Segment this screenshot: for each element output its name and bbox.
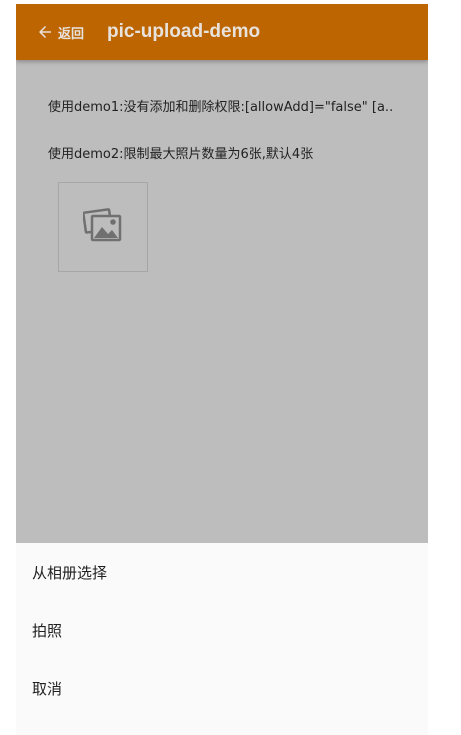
demo2-description: 使用demo2:限制最大照片数量为6张,默认4张 bbox=[48, 147, 314, 162]
back-label: 返回 bbox=[58, 26, 85, 42]
take-photo-option[interactable]: 拍照 bbox=[16, 601, 428, 659]
images-icon bbox=[82, 207, 123, 247]
arrow-left-icon bbox=[36, 23, 54, 41]
back-button[interactable]: 返回 bbox=[36, 23, 84, 42]
background-strip bbox=[428, 0, 461, 735]
demo1-description: 使用demo1:没有添加和删除权限:[allowAdd]="false" [a.… bbox=[48, 100, 394, 115]
page-title: pic-upload-demo bbox=[107, 21, 261, 42]
toolbar: 返回 pic-upload-demo bbox=[16, 4, 428, 60]
cancel-option[interactable]: 取消 bbox=[16, 659, 428, 717]
action-sheet: 从相册选择 拍照 取消 bbox=[16, 543, 428, 735]
add-photo-thumbnail[interactable] bbox=[58, 182, 148, 272]
app-screen: 返回 pic-upload-demo 使用demo1:没有添加和删除权限:[al… bbox=[16, 4, 428, 735]
choose-from-album-option[interactable]: 从相册选择 bbox=[16, 543, 428, 601]
